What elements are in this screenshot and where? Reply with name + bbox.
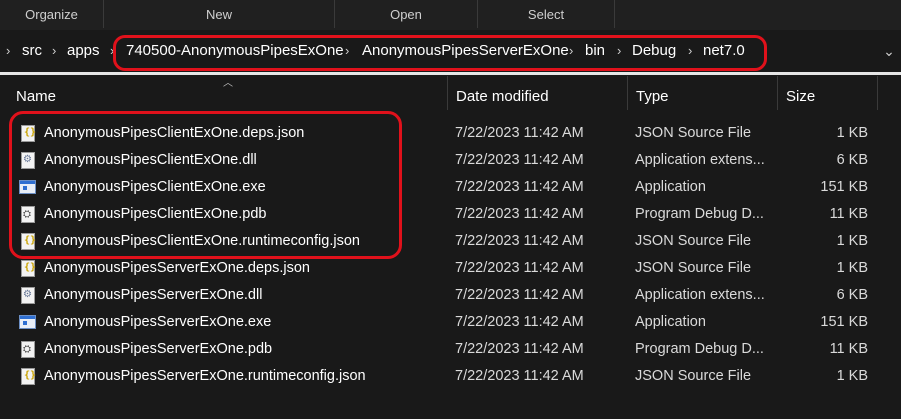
dll-file-icon [21,287,35,304]
file-name: AnonymousPipesClientExOne.runtimeconfig.… [44,233,360,249]
file-name: AnonymousPipesServerExOne.pdb [44,341,273,357]
file-row[interactable]: AnonymousPipesClientExOne.dll 7/22/2023 … [0,147,901,174]
file-date: 7/22/2023 11:42 AM [455,206,584,222]
file-type: Program Debug D... [635,341,764,357]
breadcrumb-debug[interactable]: Debug [632,30,676,72]
chevron-right-icon[interactable]: › [345,30,349,72]
file-type: Application extens... [635,287,765,303]
file-size: 151 KB [820,314,868,330]
json-file-icon [21,260,36,277]
file-name: AnonymousPipesClientExOne.dll [44,152,257,168]
breadcrumb-net[interactable]: net7.0 [703,30,745,72]
file-type: Application [635,179,706,195]
breadcrumb-apps[interactable]: apps [67,30,100,72]
file-list: AnonymousPipesClientExOne.deps.json 7/22… [0,120,901,390]
column-header-date[interactable]: Date modified [448,76,628,110]
ribbon-group-label: Open [390,6,422,22]
ribbon-bar: Organize New Open Select [0,0,901,30]
file-type: Program Debug D... [635,206,764,222]
exe-file-icon [19,180,36,194]
ribbon-group-label: Select [527,6,565,22]
ribbon-group-label: Organize [25,6,78,22]
file-date: 7/22/2023 11:42 AM [455,341,584,357]
file-date: 7/22/2023 11:42 AM [455,125,584,141]
file-row[interactable]: AnonymousPipesClientExOne.deps.json 7/22… [0,120,901,147]
json-file-icon [21,125,36,142]
file-date: 7/22/2023 11:42 AM [455,287,584,303]
file-date: 7/22/2023 11:42 AM [455,152,584,168]
file-type: JSON Source File [635,260,752,276]
file-size: 1 KB [836,125,868,141]
file-row[interactable]: AnonymousPipesClientExOne.pdb 7/22/2023 … [0,201,901,228]
json-file-icon [21,233,36,250]
file-size: 11 KB [829,341,868,357]
column-header-name[interactable]: Name [8,76,448,110]
pdb-file-icon [21,341,35,358]
file-name: AnonymousPipesServerExOne.exe [44,314,272,330]
breadcrumb-project[interactable]: 740500-AnonymousPipesExOne [126,30,344,72]
ribbon-group-select[interactable]: Select [478,0,615,28]
exe-file-icon [19,315,36,329]
file-name: AnonymousPipesClientExOne.pdb [44,206,267,222]
file-name: AnonymousPipesServerExOne.dll [44,287,263,303]
file-row[interactable]: AnonymousPipesServerExOne.runtimeconfig.… [0,363,901,390]
chevron-right-icon[interactable]: › [569,30,573,72]
file-size: 1 KB [836,368,868,384]
chevron-right-icon[interactable]: › [617,30,621,72]
file-row[interactable]: AnonymousPipesServerExOne.deps.json 7/22… [0,255,901,282]
column-headers: ︿ Name Date modified Type Size [0,76,901,112]
dll-file-icon [21,152,35,169]
file-size: 6 KB [836,152,868,168]
file-name: AnonymousPipesClientExOne.deps.json [44,125,305,141]
json-file-icon [21,368,36,385]
file-size: 11 KB [829,206,868,222]
address-bar[interactable]: › src › apps › 740500-AnonymousPipesExOn… [0,30,901,72]
column-header-size[interactable]: Size [778,76,878,110]
file-date: 7/22/2023 11:42 AM [455,260,584,276]
pdb-file-icon [21,206,35,223]
file-date: 7/22/2023 11:42 AM [455,314,584,330]
file-row[interactable]: AnonymousPipesServerExOne.exe 7/22/2023 … [0,309,901,336]
file-type: Application [635,314,706,330]
ribbon-group-organize[interactable]: Organize [0,0,104,28]
column-header-label: Date modified [456,88,549,105]
file-type: JSON Source File [635,125,752,141]
file-date: 7/22/2023 11:42 AM [455,179,584,195]
chevron-down-icon[interactable]: ⌄ [881,30,897,72]
file-size: 1 KB [836,233,868,249]
file-type: JSON Source File [635,368,752,384]
file-date: 7/22/2023 11:42 AM [455,368,584,384]
chevron-right-icon[interactable]: › [110,30,114,72]
file-type: JSON Source File [635,233,752,249]
file-size: 6 KB [836,287,868,303]
breadcrumb-src[interactable]: src [22,30,42,72]
ribbon-group-open[interactable]: Open [335,0,478,28]
column-header-label: Size [786,88,816,105]
ribbon-group-new[interactable]: New [104,0,335,28]
file-name: AnonymousPipesClientExOne.exe [44,179,266,195]
file-name: AnonymousPipesServerExOne.runtimeconfig.… [44,368,366,384]
column-header-type[interactable]: Type [628,76,778,110]
column-header-label: Name [16,88,57,105]
file-date: 7/22/2023 11:42 AM [455,233,584,249]
file-name: AnonymousPipesServerExOne.deps.json [44,260,310,276]
file-row[interactable]: AnonymousPipesServerExOne.dll 7/22/2023 … [0,282,901,309]
column-header-label: Type [636,88,669,105]
ribbon-group-label: New [205,6,232,22]
file-size: 151 KB [820,179,868,195]
chevron-right-icon[interactable]: › [6,30,10,72]
breadcrumb-server[interactable]: AnonymousPipesServerExOne [362,30,569,72]
file-row[interactable]: AnonymousPipesServerExOne.pdb 7/22/2023 … [0,336,901,363]
file-size: 1 KB [836,260,868,276]
divider [0,72,901,75]
file-row[interactable]: AnonymousPipesClientExOne.runtimeconfig.… [0,228,901,255]
chevron-right-icon[interactable]: › [52,30,56,72]
file-row[interactable]: AnonymousPipesClientExOne.exe 7/22/2023 … [0,174,901,201]
breadcrumb-bin[interactable]: bin [585,30,605,72]
chevron-right-icon[interactable]: › [688,30,692,72]
file-type: Application extens... [635,152,765,168]
